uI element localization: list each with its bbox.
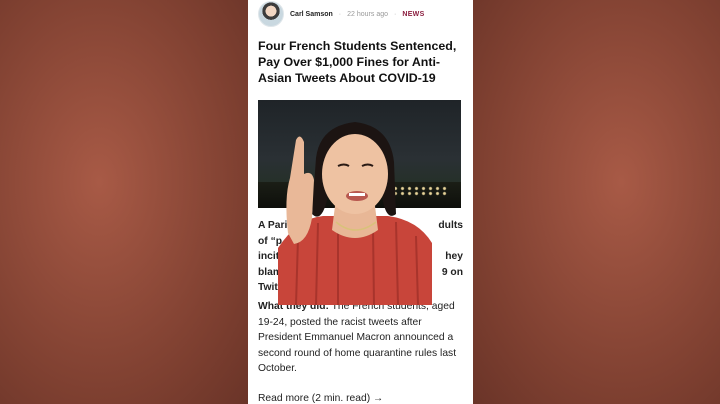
- presenter-video-overlay: [278, 122, 432, 305]
- article-headline[interactable]: Four French Students Sentenced, Pay Over…: [258, 38, 463, 86]
- author-avatar[interactable]: [258, 1, 284, 27]
- lead-line-left: incit: [258, 251, 280, 262]
- category-tag[interactable]: NEWS: [402, 11, 424, 18]
- mouth-teeth: [349, 193, 365, 196]
- article-paragraph: What they did: The French students, aged…: [258, 299, 463, 377]
- read-more-link[interactable]: Read more (2 min. read) →: [258, 393, 383, 404]
- separator-dot: ·: [338, 10, 342, 18]
- blurred-background-left: [0, 0, 248, 404]
- byline: Carl Samson · 22 hours ago · NEWS: [258, 1, 425, 27]
- lead-line-right: hey: [445, 251, 463, 262]
- presenter-face: [322, 134, 388, 214]
- blurred-background-right: [473, 0, 720, 404]
- lead-line-right: dults: [438, 220, 463, 231]
- post-time: 22 hours ago: [347, 10, 389, 18]
- lead-line-right: 9 on: [441, 266, 463, 278]
- separator-dot: ·: [394, 10, 397, 18]
- lead-line-left: Twit: [258, 282, 278, 293]
- author-name[interactable]: Carl Samson: [290, 11, 333, 18]
